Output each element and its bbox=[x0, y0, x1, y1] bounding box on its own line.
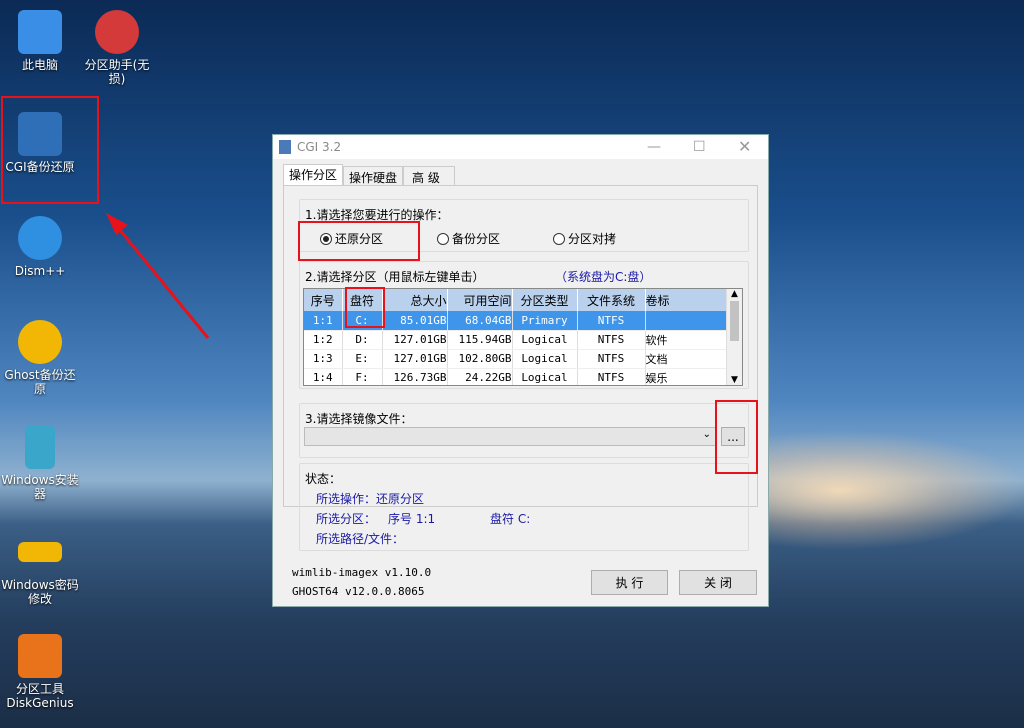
radio-backup[interactable]: 备份分区 bbox=[437, 230, 500, 247]
table-row[interactable]: 1:2D:127.01GB115.94GBLogicalNTFS软件 bbox=[304, 330, 727, 349]
maximize-button[interactable]: ☐ bbox=[693, 139, 706, 155]
table-cell: 102.80GB bbox=[447, 349, 512, 368]
table-cell: 126.73GB bbox=[382, 368, 447, 386]
highlight-box bbox=[345, 287, 385, 328]
table-cell: 1:2 bbox=[304, 330, 342, 349]
status-path: 所选路径/文件： bbox=[316, 530, 404, 547]
table-cell: 115.94GB bbox=[447, 330, 512, 349]
status-drive: 盘符 C: bbox=[490, 510, 530, 527]
table-cell: NTFS bbox=[577, 368, 645, 386]
table-cell: Logical bbox=[512, 368, 577, 386]
image-file-group: 3.请选择镜像文件： ⌄ ... bbox=[299, 403, 749, 458]
status-operation: 所选操作：还原分区 bbox=[316, 490, 424, 507]
highlight-box bbox=[298, 221, 420, 261]
status-seq: 序号 1:1 bbox=[388, 510, 435, 527]
table-cell bbox=[645, 311, 727, 330]
status-group: 状态： 所选操作：还原分区 所选分区： 序号 1:1 盘符 C: 所选路径/文件… bbox=[299, 463, 749, 551]
cgi-window: CGI 3.2 — ☐ ✕ 操作分区 操作硬盘 高 级 1.请选择您要进行的操作… bbox=[272, 134, 769, 607]
table-cell: 85.01GB bbox=[382, 311, 447, 330]
close-window-button[interactable]: ✕ bbox=[738, 137, 751, 156]
table-cell: 68.04GB bbox=[447, 311, 512, 330]
radio-label: 分区对拷 bbox=[568, 230, 616, 247]
table-cell: NTFS bbox=[577, 330, 645, 349]
title-bar: CGI 3.2 — ☐ ✕ bbox=[273, 135, 768, 159]
ghost-version: GHOST64 v12.0.0.8065 bbox=[292, 585, 424, 598]
table-scrollbar[interactable]: ▲▼ bbox=[726, 289, 742, 385]
highlight-box bbox=[715, 400, 758, 474]
table-cell: E: bbox=[342, 349, 382, 368]
table-cell: F: bbox=[342, 368, 382, 386]
minimize-button[interactable]: — bbox=[647, 139, 661, 155]
table-cell: Primary bbox=[512, 311, 577, 330]
chevron-down-icon: ⌄ bbox=[703, 429, 711, 440]
table-cell: 文档 bbox=[645, 349, 727, 368]
table-cell: 1:1 bbox=[304, 311, 342, 330]
table-row[interactable]: 1:4F:126.73GB24.22GBLogicalNTFS娱乐 bbox=[304, 368, 727, 386]
step2-label: 2.请选择分区（用鼠标左键单击） bbox=[305, 268, 484, 285]
radio-icon bbox=[553, 233, 565, 245]
table-cell: 127.01GB bbox=[382, 349, 447, 368]
system-disk-note: （系统盘为C:盘） bbox=[555, 268, 651, 285]
table-cell: 娱乐 bbox=[645, 368, 727, 386]
table-cell: 127.01GB bbox=[382, 330, 447, 349]
table-cell: Logical bbox=[512, 330, 577, 349]
table-cell: 24.22GB bbox=[447, 368, 512, 386]
col-header[interactable]: 序号 bbox=[304, 289, 342, 311]
radio-icon bbox=[437, 233, 449, 245]
scroll-down-icon[interactable]: ▼ bbox=[727, 375, 742, 385]
table-row[interactable]: 1:3E:127.01GB102.80GBLogicalNTFS文档 bbox=[304, 349, 727, 368]
execute-button[interactable]: 执 行 bbox=[591, 570, 668, 595]
wimlib-version: wimlib-imagex v1.10.0 bbox=[292, 566, 431, 579]
col-header[interactable]: 总大小 bbox=[382, 289, 447, 311]
status-label: 状态： bbox=[305, 470, 341, 487]
window-title: CGI 3.2 bbox=[297, 140, 341, 154]
table-cell: NTFS bbox=[577, 311, 645, 330]
table-cell: D: bbox=[342, 330, 382, 349]
table-cell: 软件 bbox=[645, 330, 727, 349]
image-file-combobox[interactable]: ⌄ bbox=[304, 427, 717, 446]
table-cell: 1:4 bbox=[304, 368, 342, 386]
radio-label: 备份分区 bbox=[452, 230, 500, 247]
table-cell: Logical bbox=[512, 349, 577, 368]
radio-clone[interactable]: 分区对拷 bbox=[553, 230, 616, 247]
step3-label: 3.请选择镜像文件： bbox=[305, 410, 412, 427]
col-header[interactable]: 文件系统 bbox=[577, 289, 645, 311]
status-partition-label: 所选分区： bbox=[316, 510, 376, 527]
col-header[interactable]: 可用空间 bbox=[447, 289, 512, 311]
col-header[interactable]: 卷标 bbox=[645, 289, 727, 311]
table-cell: 1:3 bbox=[304, 349, 342, 368]
table-cell: NTFS bbox=[577, 349, 645, 368]
scroll-thumb[interactable] bbox=[730, 301, 739, 341]
scroll-up-icon[interactable]: ▲ bbox=[727, 289, 742, 299]
col-header[interactable]: 分区类型 bbox=[512, 289, 577, 311]
close-button[interactable]: 关 闭 bbox=[679, 570, 757, 595]
app-icon bbox=[279, 140, 291, 154]
